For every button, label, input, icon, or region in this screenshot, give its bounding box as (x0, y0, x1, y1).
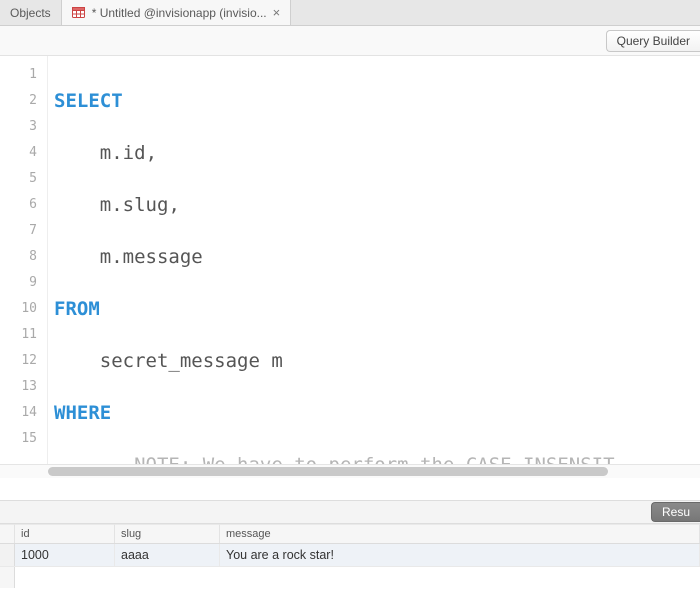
table-row[interactable]: 1000 aaaa You are a rock star! (0, 544, 700, 566)
tab-active-label: * Untitled @invisionapp (invisio... (92, 6, 267, 20)
kw-from: FROM (54, 298, 100, 320)
kw-select: SELECT (54, 90, 123, 112)
line-number: 6 (0, 192, 47, 218)
spacer (0, 478, 700, 500)
col-slug[interactable]: slug (115, 524, 220, 543)
col-rownum[interactable] (0, 524, 15, 543)
line-gutter: 123456789101112131415 (0, 56, 48, 464)
line-number: 2 (0, 88, 47, 114)
tok: . (111, 194, 122, 216)
scrollbar-thumb[interactable] (48, 467, 608, 476)
tab-objects[interactable]: Objects (0, 0, 62, 25)
tok: . (111, 246, 122, 268)
code-area[interactable]: SELECT m.id, m.slug, m.message FROM secr… (48, 56, 700, 464)
tok: secret_message m (100, 350, 283, 372)
cell-message[interactable]: You are a rock star! (220, 544, 700, 566)
line-number: 4 (0, 140, 47, 166)
cell-rownum (0, 567, 15, 588)
tok: m (100, 194, 111, 216)
results-header: id slug message (0, 524, 700, 544)
line-number: 15 (0, 426, 47, 452)
tok: slug (123, 194, 169, 216)
tab-active-query[interactable]: * Untitled @invisionapp (invisio... × (62, 0, 292, 25)
tok: , (168, 194, 179, 216)
line-number: 1 (0, 62, 47, 88)
tab-objects-label: Objects (10, 6, 51, 20)
comment: -- NOTE: We have to perform the CASE INS… (100, 454, 615, 464)
line-number: 13 (0, 374, 47, 400)
close-icon[interactable]: × (273, 5, 281, 20)
results-toolbar: Resu (0, 500, 700, 524)
line-number: 14 (0, 400, 47, 426)
tok: id (123, 142, 146, 164)
line-number: 3 (0, 114, 47, 140)
cell-id[interactable]: 1000 (15, 544, 115, 566)
cell-slug[interactable]: aaaa (115, 544, 220, 566)
tok: m (100, 246, 111, 268)
kw-where: WHERE (54, 402, 111, 424)
table-row-empty (0, 566, 700, 588)
results-grid: id slug message 1000 aaaa You are a rock… (0, 524, 700, 590)
line-number: 7 (0, 218, 47, 244)
line-number: 12 (0, 348, 47, 374)
horizontal-scrollbar[interactable] (0, 464, 700, 478)
sql-editor[interactable]: 123456789101112131415 SELECT m.id, m.slu… (0, 56, 700, 464)
tok: , (146, 142, 157, 164)
tok: . (111, 142, 122, 164)
app-window: Objects * Untitled @invisionapp (invisio… (0, 0, 700, 590)
line-number: 10 (0, 296, 47, 322)
editor-toolbar: Query Builder (0, 26, 700, 56)
cell-rownum (0, 544, 15, 566)
tok: message (123, 246, 203, 268)
results-button[interactable]: Resu (651, 502, 700, 522)
line-number: 5 (0, 166, 47, 192)
tok: m (100, 142, 111, 164)
col-message[interactable]: message (220, 524, 700, 543)
tab-bar: Objects * Untitled @invisionapp (invisio… (0, 0, 700, 26)
query-builder-button[interactable]: Query Builder (606, 30, 700, 52)
line-number: 8 (0, 244, 47, 270)
table-icon (72, 6, 86, 20)
line-number: 9 (0, 270, 47, 296)
col-id[interactable]: id (15, 524, 115, 543)
line-number: 11 (0, 322, 47, 348)
